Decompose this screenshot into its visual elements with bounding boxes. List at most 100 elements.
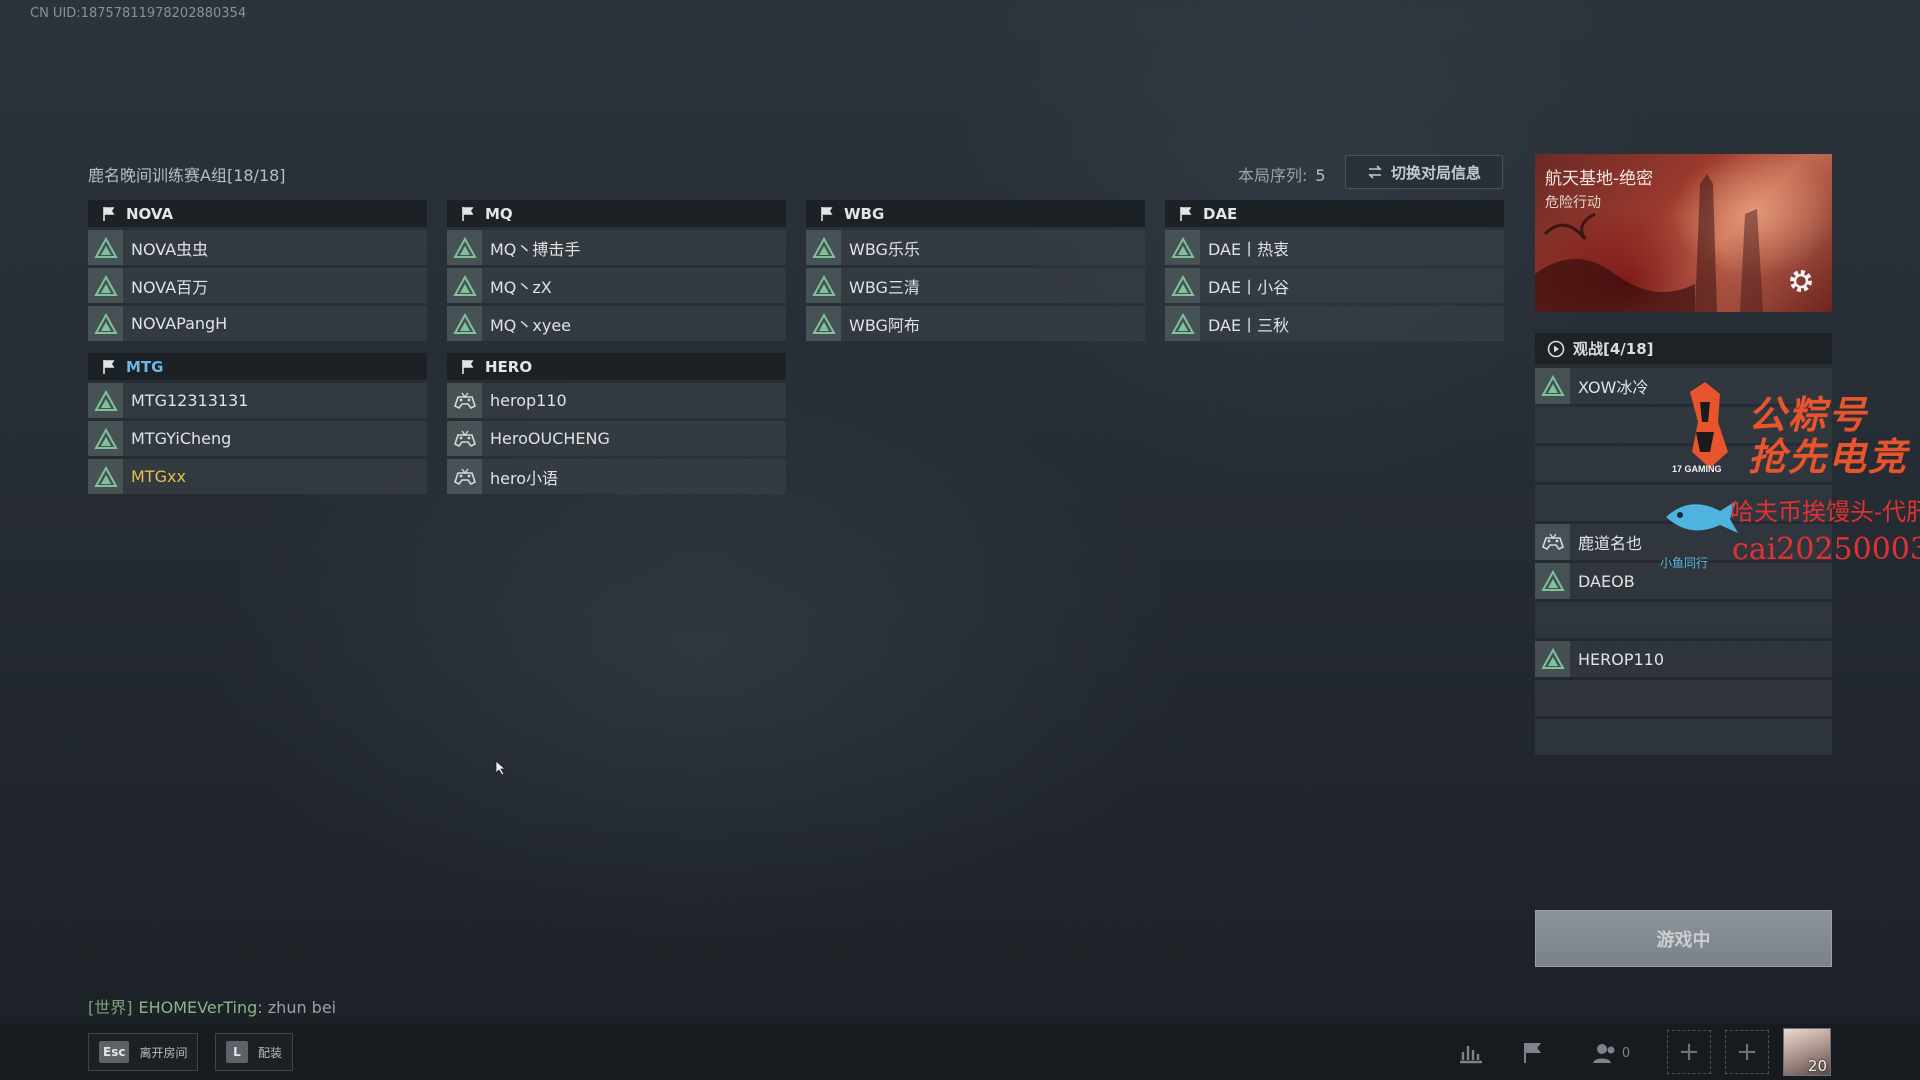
- avatar-level: 20: [1807, 1057, 1827, 1075]
- stream-watermark: 17 GAMING 公粽号 抢先电竞 哈夫币挨馒头-代肝 cai20250003…: [1660, 382, 1920, 582]
- triangle-rank-icon: [452, 274, 477, 296]
- player-name: MQ丶zX: [490, 277, 552, 297]
- triangle-rank-icon: [452, 236, 477, 258]
- sequence-info: 本局序列: 5: [1238, 162, 1326, 186]
- play-circle-icon: [1547, 340, 1565, 357]
- spectator-name: 鹿道名也: [1578, 534, 1643, 553]
- gamepad-icon: [1541, 533, 1564, 551]
- player-name: MQ丶搏击手: [490, 239, 581, 259]
- player-row[interactable]: MQ丶zX: [447, 268, 786, 303]
- flag-icon: [103, 206, 115, 221]
- chat-user: EHOMEVerTing:: [138, 998, 263, 1017]
- spectator-slot-empty: [1535, 602, 1832, 638]
- tiger-logo-icon: 17 GAMING: [1672, 382, 1728, 474]
- friends-button[interactable]: 0: [1588, 1036, 1634, 1070]
- player-row[interactable]: MQ丶xyee: [447, 306, 786, 341]
- player-name: WBG阿布: [849, 315, 920, 335]
- mouse-cursor-icon: [495, 760, 507, 776]
- player-row[interactable]: WBG阿布: [806, 306, 1145, 341]
- team-hero: HERO herop110 HeroOUCHENG hero小语: [447, 353, 786, 494]
- team-dae: DAE DAE丨热衷 DAE丨小谷 DAE丨三秋: [1165, 200, 1504, 341]
- player-name: WBG三清: [849, 277, 920, 297]
- triangle-rank-icon: [93, 274, 118, 296]
- player-name: hero小语: [490, 468, 559, 488]
- l-key: L: [226, 1041, 248, 1063]
- triangle-rank-icon: [93, 389, 118, 411]
- player-row[interactable]: herop110: [447, 383, 786, 418]
- gamepad-icon: [453, 468, 476, 485]
- leave-room-label: 离开房间: [139, 1045, 188, 1060]
- player-row[interactable]: MTG12313131: [88, 383, 427, 418]
- spectator-slot[interactable]: HEROP110: [1535, 641, 1832, 677]
- stats-icon[interactable]: [1454, 1036, 1488, 1070]
- player-row[interactable]: DAE丨小谷: [1165, 268, 1504, 303]
- spectator-header: 观战[4/18]: [1535, 333, 1832, 364]
- player-row[interactable]: MQ丶搏击手: [447, 230, 786, 265]
- player-row[interactable]: NOVA虫虫: [88, 230, 427, 265]
- friends-icon: [1592, 1044, 1615, 1063]
- swap-icon: [1368, 165, 1382, 179]
- chat-channel: [世界]: [88, 998, 133, 1017]
- flag-icon: [821, 206, 833, 221]
- player-row-self[interactable]: MTGxx: [88, 459, 427, 494]
- switch-match-info-button[interactable]: 切换对局信息: [1345, 155, 1503, 189]
- chat-line: [世界] EHOMEVerTing: zhun bei: [88, 994, 336, 1018]
- player-name: HeroOUCHENG: [490, 429, 610, 448]
- esc-key: Esc: [99, 1041, 130, 1063]
- player-name: DAE丨小谷: [1208, 277, 1290, 297]
- loadout-button[interactable]: L 配装: [215, 1033, 294, 1071]
- team-wbg: WBG WBG乐乐 WBG三清 WBG阿布: [806, 200, 1145, 341]
- player-row[interactable]: DAE丨热衷: [1165, 230, 1504, 265]
- flag-icon: [1180, 206, 1192, 221]
- team-mtg: MTG MTG12313131 MTGYiCheng MTGxx: [88, 353, 427, 494]
- team-header: HERO: [447, 353, 786, 380]
- player-row[interactable]: NOVAPangH: [88, 306, 427, 341]
- spectator-slot-empty: [1535, 719, 1832, 755]
- fish-logo-icon: [1666, 501, 1738, 533]
- player-row[interactable]: WBG乐乐: [806, 230, 1145, 265]
- player-row[interactable]: HeroOUCHENG: [447, 421, 786, 456]
- triangle-rank-icon: [1540, 375, 1565, 396]
- flag-icon: [462, 206, 474, 221]
- player-name: herop110: [490, 391, 567, 410]
- add-slot-button[interactable]: +: [1725, 1030, 1769, 1074]
- player-row[interactable]: WBG三清: [806, 268, 1145, 303]
- plus-icon: +: [1736, 1037, 1758, 1067]
- triangle-rank-icon: [811, 274, 836, 296]
- player-row[interactable]: MTGYiCheng: [88, 421, 427, 456]
- triangle-rank-icon: [93, 427, 118, 449]
- team-name: NOVA: [126, 204, 174, 223]
- spectator-name: HEROP110: [1578, 649, 1665, 669]
- gamepad-icon: [453, 430, 476, 447]
- plus-icon: +: [1678, 1037, 1700, 1067]
- in-game-button[interactable]: 游戏中: [1535, 910, 1832, 967]
- team-header: WBG: [806, 200, 1145, 227]
- player-row[interactable]: DAE丨三秋: [1165, 306, 1504, 341]
- gear-icon[interactable]: [1786, 266, 1816, 296]
- player-name: MQ丶xyee: [490, 315, 572, 335]
- player-name: MTG12313131: [131, 391, 249, 410]
- triangle-rank-icon: [93, 312, 118, 334]
- player-name: NOVAPangH: [131, 314, 228, 333]
- sequence-value: 5: [1315, 166, 1326, 185]
- add-slot-button[interactable]: +: [1667, 1030, 1711, 1074]
- leave-room-button[interactable]: Esc 离开房间: [88, 1033, 199, 1071]
- player-name: MTGYiCheng: [131, 429, 232, 448]
- team-header: MTG: [88, 353, 427, 380]
- avatar[interactable]: 20: [1783, 1028, 1831, 1076]
- player-row[interactable]: NOVA百万: [88, 268, 427, 303]
- triangle-rank-icon: [93, 465, 118, 487]
- chat-message: zhun bei: [262, 998, 337, 1017]
- player-name: NOVA虫虫: [131, 239, 209, 259]
- team-header: DAE: [1165, 200, 1504, 227]
- flag-icon: [103, 359, 115, 374]
- triangle-rank-icon: [811, 312, 836, 334]
- triangle-rank-icon: [93, 236, 118, 258]
- room-title: 鹿名晚间训练赛A组[18/18]: [88, 166, 286, 185]
- player-row[interactable]: hero小语: [447, 459, 786, 494]
- team-flag-icon[interactable]: [1516, 1036, 1550, 1070]
- triangle-rank-icon: [1170, 274, 1195, 296]
- map-card[interactable]: 航天基地-绝密 危险行动: [1535, 154, 1832, 312]
- friend-count: 0: [1621, 1045, 1631, 1061]
- player-name: WBG乐乐: [849, 239, 920, 259]
